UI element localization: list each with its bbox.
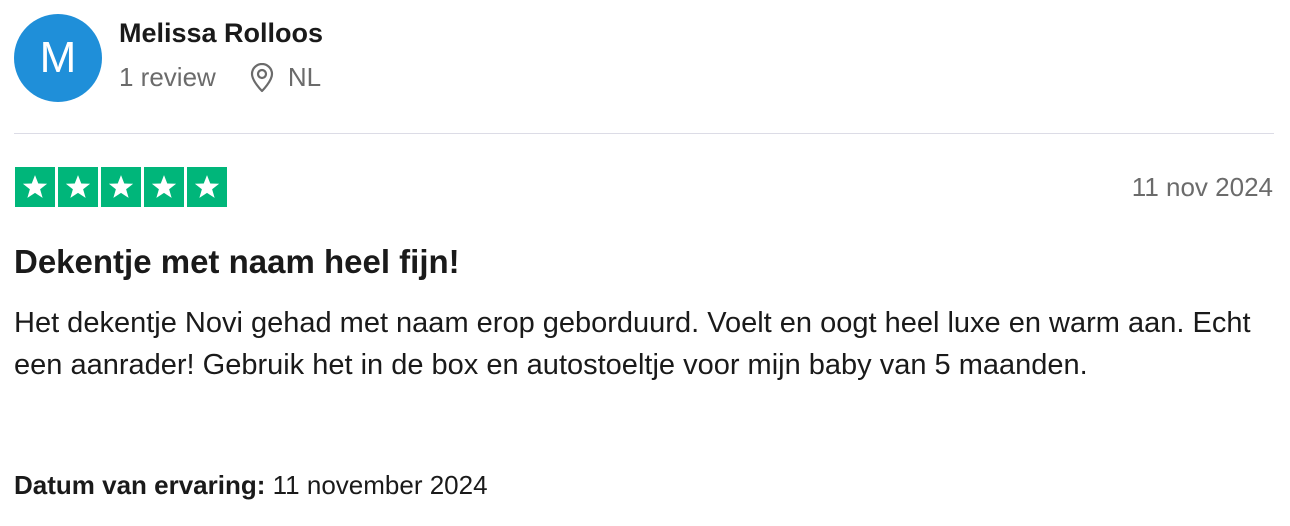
star-icon	[187, 167, 227, 207]
country-code: NL	[287, 62, 322, 92]
review-count: 1 review	[119, 62, 216, 92]
experience-date: Datum van ervaring: 11 november 2024	[14, 470, 488, 501]
reviewer-name[interactable]: Melissa Rolloos	[119, 18, 323, 49]
avatar-initial: M	[39, 33, 77, 82]
star-icon	[101, 167, 141, 207]
experience-label: Datum van ervaring:	[14, 470, 266, 500]
experience-value: 11 november 2024	[272, 470, 488, 500]
divider	[14, 133, 1274, 134]
star-icon	[58, 167, 98, 207]
star-rating	[15, 167, 227, 207]
review-date: 11 nov 2024	[1131, 172, 1273, 202]
avatar[interactable]: M	[14, 14, 102, 102]
reviewer-meta: 1 review NL	[119, 62, 321, 93]
star-icon	[15, 167, 55, 207]
review-body: Het dekentje Novi gehad met naam erop ge…	[14, 307, 1251, 381]
review-card: M Melissa Rolloos 1 review NL 11 nov 202…	[0, 0, 1290, 526]
star-icon	[144, 167, 184, 207]
location-pin-icon	[248, 62, 276, 93]
reviewer-location: NL	[248, 62, 321, 93]
review-title[interactable]: Dekentje met naam heel fijn!	[14, 243, 460, 281]
